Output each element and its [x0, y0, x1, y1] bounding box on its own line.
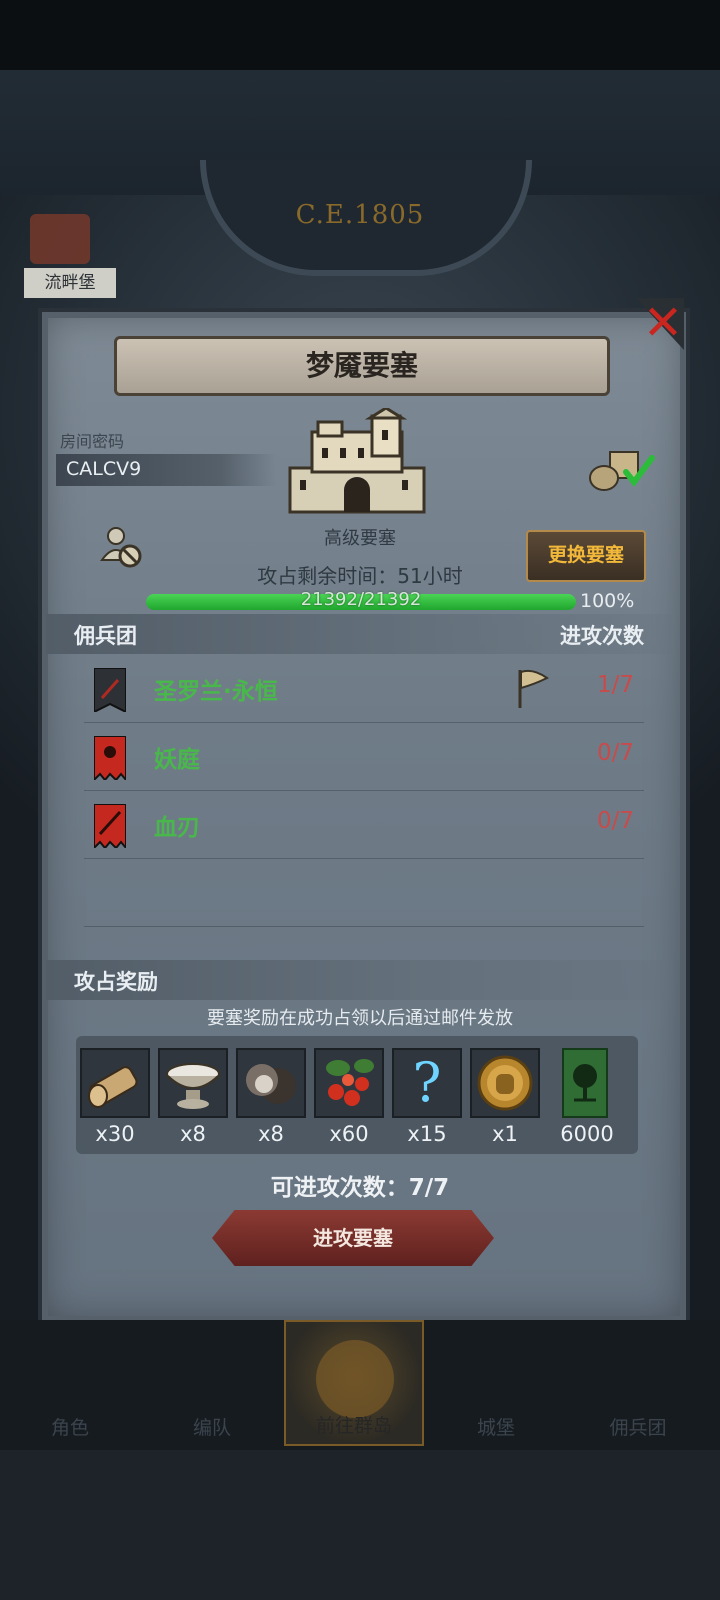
red-blade-banner-icon — [94, 804, 126, 848]
attack-fortress-button[interactable]: 进攻要塞 — [212, 1210, 494, 1266]
nav-label: 城堡 — [476, 1417, 515, 1439]
close-icon[interactable]: ✕ — [640, 299, 686, 347]
remaining-time: 攻占剩余时间：51小时 — [0, 560, 720, 589]
fortress-hp-percent: 100% — [580, 590, 635, 612]
mercenaries-header: 佣兵团 — [74, 624, 137, 648]
stone-bowl-icon[interactable] — [158, 1048, 228, 1118]
mystery-question-icon[interactable]: ? — [392, 1048, 462, 1118]
compass-icon — [316, 1340, 394, 1418]
room-code-label: 房间密码 — [60, 432, 125, 451]
nav-label: 佣兵团 — [609, 1417, 667, 1439]
mercenary-row[interactable]: 血刃 0/7 — [84, 790, 644, 859]
reward-quantity: x60 — [329, 1122, 369, 1146]
rewards-note: 要塞奖励在成功占领以后通过邮件发放 — [207, 1008, 513, 1029]
reward-quantity: x8 — [258, 1122, 284, 1146]
fortress-icon — [288, 408, 426, 514]
mercenary-row[interactable]: 妖庭 0/7 — [84, 722, 644, 791]
knight-medal-icon[interactable] — [470, 1048, 540, 1118]
tree-banner-icon[interactable] — [562, 1048, 608, 1118]
flag-icon — [518, 669, 549, 708]
reward-quantity: 6000 — [560, 1122, 614, 1146]
reward-quantity: x8 — [180, 1122, 206, 1146]
mercenary-name: 血刃 — [154, 815, 200, 841]
mercenary-row[interactable]: 圣罗兰·永恒 1/7 — [84, 654, 644, 723]
remaining-time-value: 51小时 — [397, 564, 463, 588]
dark-banner-icon — [94, 668, 126, 712]
rewards-header: 攻占奖励 — [74, 970, 158, 994]
castle-location-icon — [30, 214, 90, 264]
mercenary-row-empty — [84, 858, 644, 927]
truffle-icon[interactable] — [236, 1048, 306, 1118]
dialog-title: 梦魇要塞 — [114, 336, 610, 396]
era-label: C.E.1805 — [295, 200, 425, 230]
mercenary-attack-count: 0/7 — [596, 808, 634, 834]
location-tag: 流畔堡 — [24, 268, 116, 298]
attack-count-header: 进攻次数 — [560, 624, 644, 648]
reward-quantity: x15 — [407, 1122, 447, 1146]
red-sun-banner-icon — [94, 736, 126, 780]
loot-claimed-icon[interactable] — [586, 446, 656, 494]
nav-label: 编队 — [192, 1417, 231, 1439]
mercenary-name: 圣罗兰·永恒 — [154, 679, 278, 705]
nav-item-formation[interactable]: 编队 — [142, 1320, 282, 1446]
nav-label: 前往群岛 — [315, 1415, 392, 1437]
berries-icon[interactable] — [314, 1048, 384, 1118]
mercenary-attack-count: 1/7 — [596, 672, 634, 698]
bottom-area — [0, 1450, 720, 1600]
room-code-value: CALCV9 — [66, 458, 142, 480]
wood-log-icon[interactable] — [80, 1048, 150, 1118]
reward-quantity: x30 — [95, 1122, 135, 1146]
nav-item-islands[interactable]: 前往群岛 — [284, 1320, 424, 1446]
reward-quantity: x1 — [492, 1122, 518, 1146]
fortress-hp-text: 21392/21392 — [300, 589, 422, 610]
remaining-time-label: 攻占剩余时间： — [257, 564, 398, 588]
status-bar-area — [0, 0, 720, 70]
nav-item-character[interactable]: 角色 — [0, 1320, 140, 1446]
mercenary-attack-count: 0/7 — [596, 740, 634, 766]
nav-item-castle[interactable]: 城堡 — [426, 1320, 566, 1446]
mercenary-name: 妖庭 — [154, 747, 200, 773]
nav-label: 角色 — [50, 1417, 89, 1439]
available-attacks: 可进攻次数：7/7 — [270, 1175, 450, 1201]
nav-item-mercenaries[interactable]: 佣兵团 — [568, 1320, 708, 1446]
